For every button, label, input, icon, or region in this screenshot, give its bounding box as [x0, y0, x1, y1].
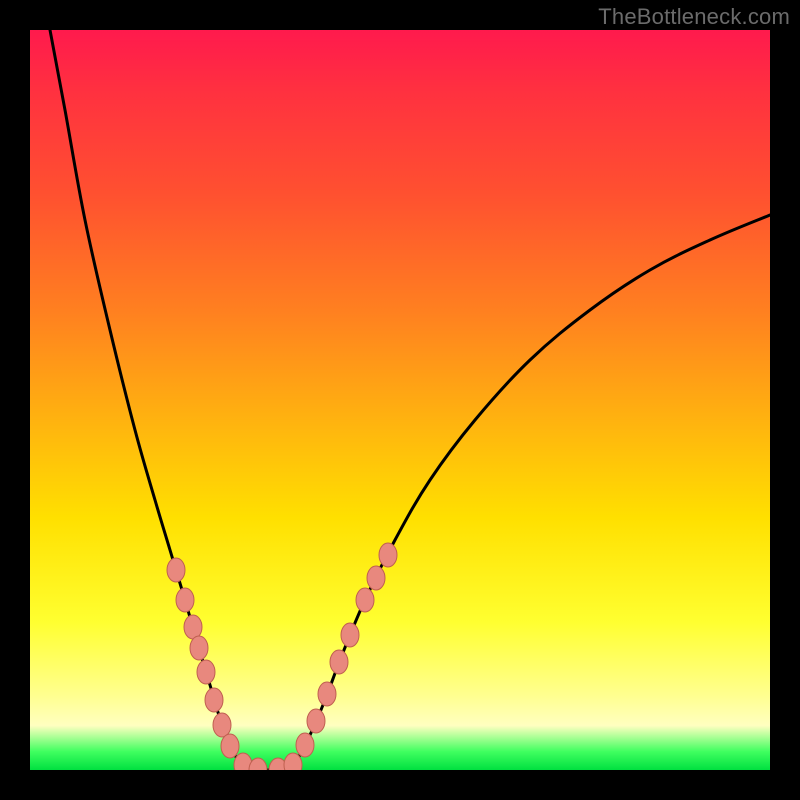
- marker-dot: [307, 709, 325, 733]
- marker-dot: [379, 543, 397, 567]
- marker-dot: [176, 588, 194, 612]
- watermark-text: TheBottleneck.com: [598, 4, 790, 30]
- marker-dot: [341, 623, 359, 647]
- curve-svg: [30, 30, 770, 770]
- marker-dot: [367, 566, 385, 590]
- curve-right-curve: [288, 215, 770, 770]
- marker-dot: [356, 588, 374, 612]
- marker-dot: [330, 650, 348, 674]
- marker-dot: [318, 682, 336, 706]
- marker-dot: [249, 758, 267, 770]
- marker-dot: [197, 660, 215, 684]
- marker-dot: [221, 734, 239, 758]
- chart-frame: TheBottleneck.com: [0, 0, 800, 800]
- marker-dot: [296, 733, 314, 757]
- marker-dot: [167, 558, 185, 582]
- plot-area: [30, 30, 770, 770]
- marker-dot: [190, 636, 208, 660]
- marker-dot: [184, 615, 202, 639]
- marker-dot: [205, 688, 223, 712]
- marker-dot: [213, 713, 231, 737]
- curve-left-curve: [50, 30, 248, 770]
